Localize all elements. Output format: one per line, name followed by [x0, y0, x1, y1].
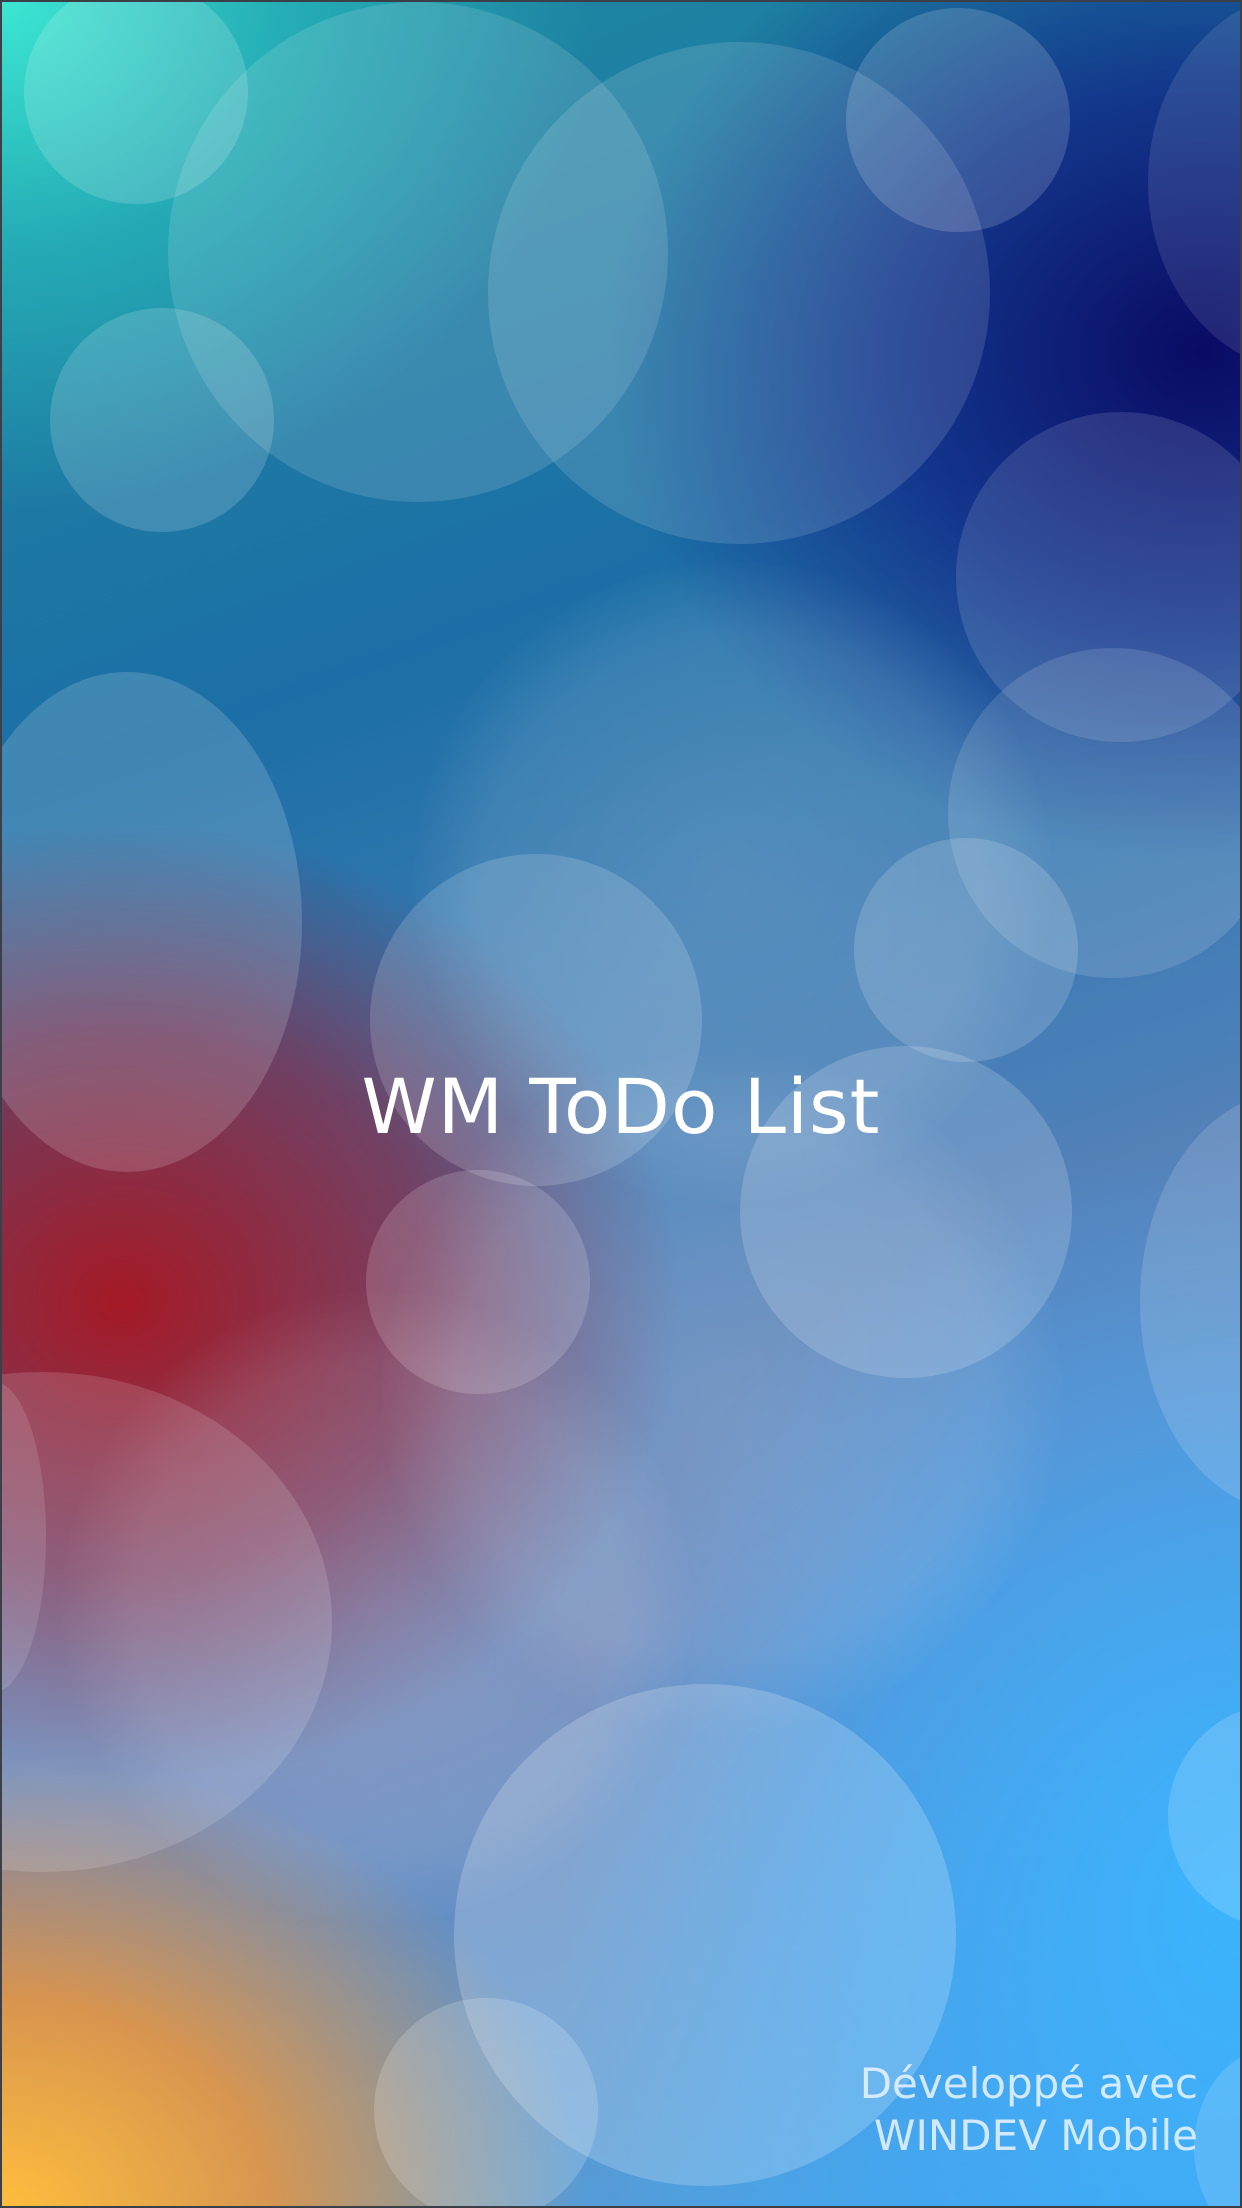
- developer-credit: Développé avec WINDEV Mobile: [860, 2058, 1198, 2162]
- bokeh-bubble: [1148, 2, 1240, 372]
- credit-line-1: Développé avec: [859, 2059, 1198, 2108]
- bokeh-bubble: [50, 308, 274, 532]
- bokeh-bubble: [1168, 1704, 1240, 1928]
- bokeh-bubble: [1140, 1092, 1240, 1512]
- app-title: WM ToDo List: [361, 1062, 881, 1151]
- bokeh-bubble: [846, 8, 1070, 232]
- bokeh-bubble: [1194, 2048, 1240, 2206]
- bokeh-bubble: [374, 1998, 598, 2206]
- bokeh-bubble: [382, 1052, 1062, 1732]
- credit-line-2: WINDEV Mobile: [873, 2111, 1198, 2160]
- splash-screen: WM ToDo List Développé avec WINDEV Mobil…: [2, 2, 1240, 2206]
